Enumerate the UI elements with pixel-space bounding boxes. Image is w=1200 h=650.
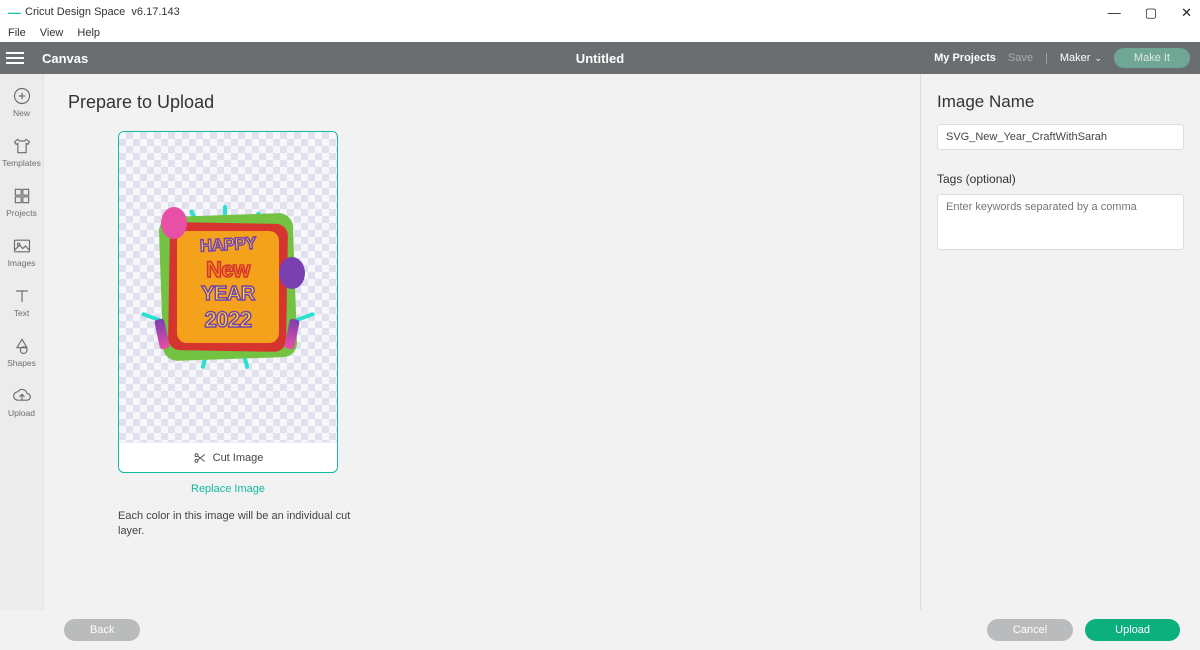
image-preview: HAPPY New YEAR 2022 [119, 132, 337, 442]
sidebar-item-label: Templates [2, 158, 41, 168]
shirt-icon [12, 136, 32, 156]
sidebar-item-label: Text [14, 308, 30, 318]
cut-image-label: Cut Image [213, 452, 264, 464]
menu-file[interactable]: File [8, 27, 26, 39]
sidebar-item-upload[interactable]: Upload [0, 382, 43, 422]
machine-selector[interactable]: Maker ⌄ [1060, 52, 1102, 64]
image-preview-card: HAPPY New YEAR 2022 Cut Image [118, 131, 338, 473]
tags-input[interactable] [937, 194, 1184, 250]
machine-label: Maker [1060, 52, 1091, 64]
sidebar-item-text[interactable]: Text [0, 282, 43, 322]
maximize-icon[interactable]: ▢ [1145, 6, 1157, 19]
menu-help[interactable]: Help [77, 27, 100, 39]
sidebar-item-new[interactable]: New [0, 82, 43, 122]
sidebar-item-label: Upload [8, 408, 35, 418]
main-panel: Prepare to Upload [44, 74, 920, 610]
shapes-icon [12, 336, 32, 356]
artwork-text-2: New [153, 257, 303, 283]
document-title: Untitled [576, 51, 624, 66]
app-title: Cricut Design Space [25, 6, 125, 18]
sidebar-item-label: New [13, 108, 30, 118]
save-link[interactable]: Save [1008, 52, 1033, 64]
image-name-input[interactable] [937, 124, 1184, 150]
menu-view[interactable]: View [40, 27, 64, 39]
app-icon: — [8, 5, 21, 20]
topbar: Canvas Untitled My Projects Save | Maker… [0, 42, 1200, 74]
upload-description: Each color in this image will be an indi… [118, 509, 358, 540]
image-name-heading: Image Name [937, 92, 1184, 112]
upload-button[interactable]: Upload [1085, 619, 1180, 641]
plus-circle-icon [12, 86, 32, 106]
upload-cloud-icon [12, 386, 32, 406]
text-icon [12, 286, 32, 306]
app-version: v6.17.143 [131, 6, 179, 18]
cancel-button[interactable]: Cancel [987, 619, 1073, 641]
footer-bar: Back Cancel Upload [0, 610, 1200, 650]
sidebar-item-label: Images [8, 258, 36, 268]
content-area: Prepare to Upload [44, 74, 1200, 610]
artwork-text-3: YEAR [153, 283, 303, 306]
window-titlebar: — Cricut Design Space v6.17.143 — ▢ ✕ [0, 0, 1200, 24]
tags-label: Tags (optional) [937, 172, 1184, 186]
sidebar-item-templates[interactable]: Templates [0, 132, 43, 172]
page-heading: Prepare to Upload [68, 92, 896, 113]
image-icon [12, 236, 32, 256]
grid-icon [12, 186, 32, 206]
close-icon[interactable]: ✕ [1181, 6, 1192, 19]
minimize-icon[interactable]: — [1108, 6, 1121, 19]
menubar: File View Help [0, 24, 1200, 42]
my-projects-link[interactable]: My Projects [934, 52, 996, 64]
canvas-label[interactable]: Canvas [42, 51, 88, 66]
back-button[interactable]: Back [64, 619, 140, 641]
sidebar-item-images[interactable]: Images [0, 232, 43, 272]
sidebar-item-label: Projects [6, 208, 37, 218]
scissors-icon [193, 451, 207, 465]
cut-image-row[interactable]: Cut Image [119, 442, 337, 472]
replace-image-link[interactable]: Replace Image [118, 483, 338, 495]
sidebar-item-label: Shapes [7, 358, 36, 368]
hamburger-menu-icon[interactable] [6, 48, 32, 68]
make-it-button[interactable]: Make It [1114, 48, 1190, 68]
chevron-down-icon: ⌄ [1094, 53, 1102, 64]
separator: | [1045, 52, 1048, 64]
right-panel: Image Name Tags (optional) [920, 74, 1200, 610]
sidebar-item-shapes[interactable]: Shapes [0, 332, 43, 372]
sidebar: New Templates Projects Images Text Shape… [0, 74, 44, 610]
uploaded-artwork: HAPPY New YEAR 2022 [153, 207, 303, 367]
sidebar-item-projects[interactable]: Projects [0, 182, 43, 222]
artwork-text-4: 2022 [153, 307, 303, 333]
